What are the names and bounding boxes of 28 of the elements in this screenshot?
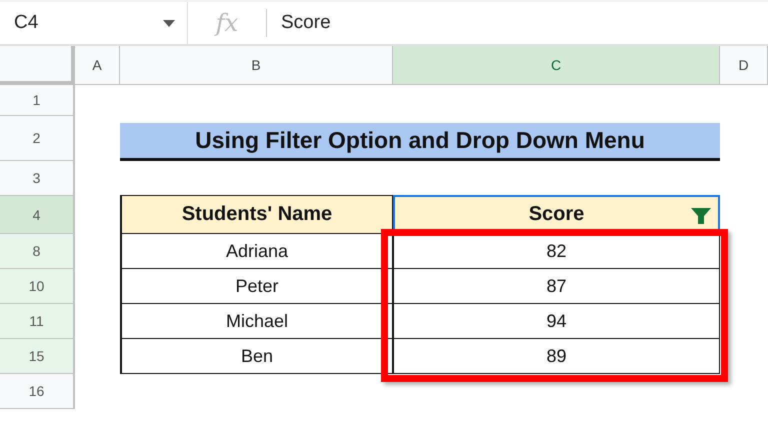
- filter-icon[interactable]: [691, 208, 711, 224]
- row-header[interactable]: 1: [0, 85, 75, 116]
- sheet-title: Using Filter Option and Drop Down Menu: [120, 123, 720, 161]
- column-header[interactable]: B: [120, 46, 393, 85]
- name-box[interactable]: C4: [0, 2, 188, 44]
- column-heading: Students' Name: [120, 195, 393, 234]
- row-header[interactable]: 16: [0, 374, 75, 409]
- table-cell: 94: [393, 303, 720, 339]
- column-header[interactable]: D: [720, 46, 768, 85]
- caret-icon[interactable]: [163, 20, 175, 26]
- row-header[interactable]: 11: [0, 304, 75, 339]
- row-header[interactable]: 2: [0, 116, 75, 161]
- table-cell: 87: [393, 268, 720, 304]
- table-cell: Adriana: [120, 233, 393, 269]
- table-cell: Peter: [120, 268, 393, 304]
- table-cell: Michael: [120, 303, 393, 339]
- column-header[interactable]: C: [393, 46, 720, 85]
- column-header[interactable]: A: [75, 46, 120, 85]
- row-header[interactable]: 10: [0, 269, 75, 304]
- table-cell: 89: [393, 338, 720, 374]
- table-cell: Ben: [120, 338, 393, 374]
- cell-reference: C4: [14, 12, 40, 34]
- formula-input[interactable]: Score: [267, 12, 331, 34]
- function-label: fx: [188, 9, 267, 37]
- row-header[interactable]: 4: [0, 196, 75, 234]
- row-header[interactable]: 3: [0, 161, 75, 196]
- row-header[interactable]: 15: [0, 339, 75, 374]
- row-header[interactable]: 8: [0, 234, 75, 269]
